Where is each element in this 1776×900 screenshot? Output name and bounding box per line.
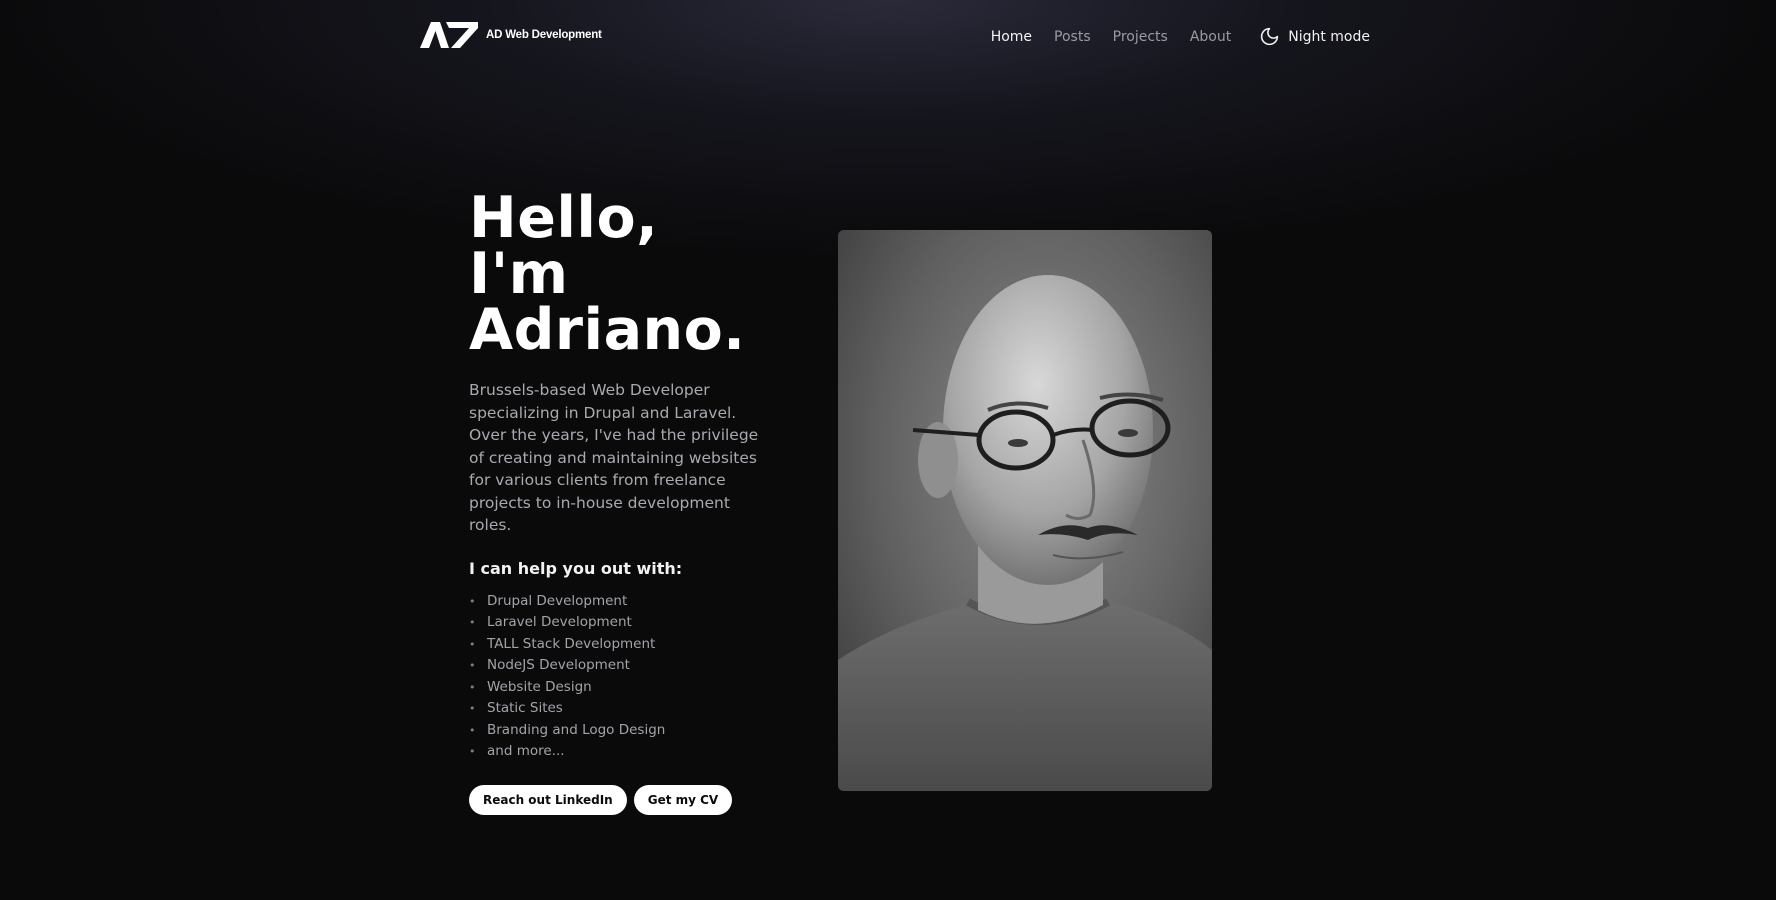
- services-list: Drupal Development Laravel Development T…: [469, 591, 759, 763]
- title-line-1: Hello,: [469, 185, 659, 251]
- service-item: Website Design: [469, 677, 759, 699]
- cta-buttons: Reach out LinkedIn Get my CV: [469, 784, 759, 815]
- hero-text: Hello, I'm Adriano. Brussels-based Web D…: [469, 190, 759, 815]
- night-mode-label: Night mode: [1288, 28, 1370, 45]
- service-item: Laravel Development: [469, 612, 759, 634]
- night-mode-toggle[interactable]: Night mode: [1259, 26, 1370, 47]
- cv-button[interactable]: Get my CV: [633, 784, 733, 815]
- page-title: Hello, I'm Adriano.: [469, 185, 759, 363]
- service-item: Drupal Development: [469, 591, 759, 613]
- main-nav: Home Posts Projects About Night mode: [969, 26, 1370, 47]
- services-heading: I can help you out with:: [469, 558, 683, 578]
- nav-home[interactable]: Home: [991, 29, 1032, 45]
- nav-projects[interactable]: Projects: [1113, 29, 1168, 45]
- service-item: Branding and Logo Design: [469, 720, 759, 742]
- title-line-2: I'm: [469, 241, 569, 307]
- moon-icon: [1261, 27, 1279, 46]
- logo-link[interactable]: AD Web Development: [420, 22, 602, 48]
- portrait-illustration: [838, 230, 1212, 791]
- site-header: AD Web Development Home Posts Projects A…: [0, 0, 1776, 75]
- nav-about[interactable]: About: [1190, 29, 1231, 45]
- intro-paragraph: Brussels-based Web Developer specializin…: [469, 381, 759, 534]
- linkedin-button[interactable]: Reach out LinkedIn: [469, 784, 627, 815]
- portrait-photo: [838, 230, 1212, 791]
- nav-posts[interactable]: Posts: [1054, 29, 1091, 45]
- service-item: NodeJS Development: [469, 655, 759, 677]
- title-line-3: Adriano.: [469, 297, 746, 363]
- service-item: TALL Stack Development: [469, 634, 759, 656]
- service-item: and more...: [469, 741, 759, 763]
- service-item: Static Sites: [469, 698, 759, 720]
- ad-logo-icon: [420, 22, 478, 48]
- logo-text: AD Web Development: [486, 29, 602, 41]
